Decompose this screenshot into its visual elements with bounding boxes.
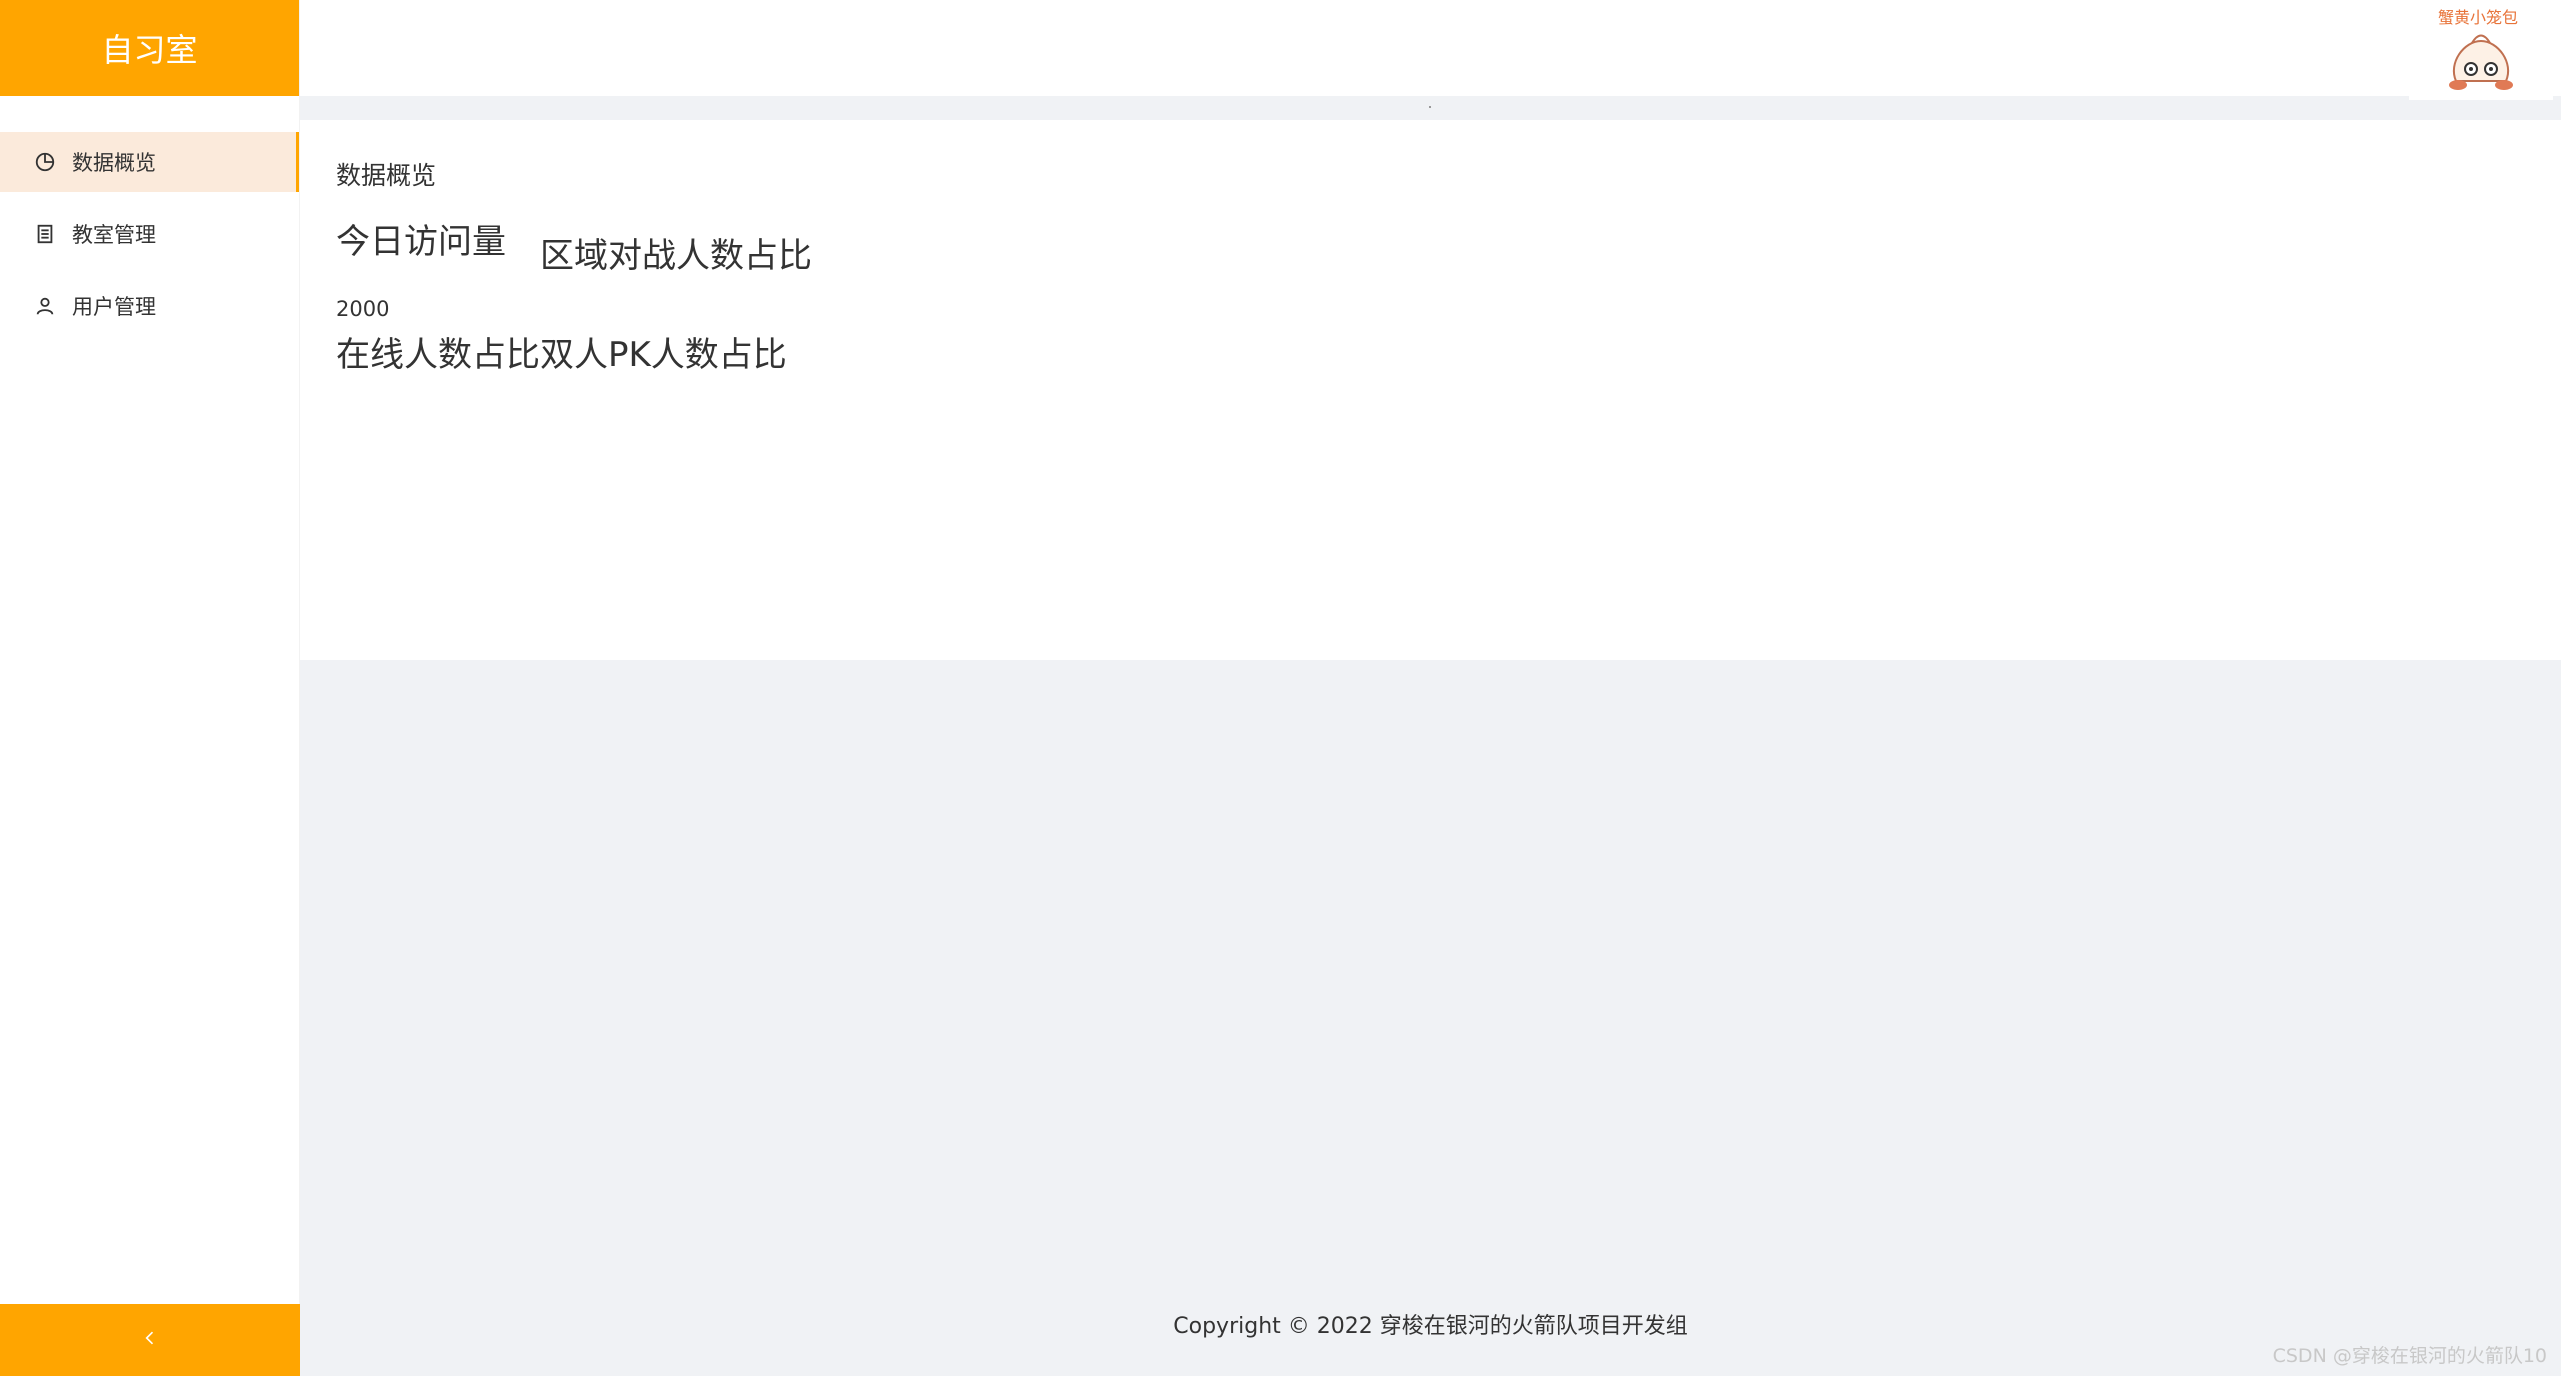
top-header: 蟹黄小笼包 [300, 0, 2561, 100]
sidebar-item-label: 用户管理 [72, 295, 156, 319]
stats-row: 今日访问量 区域对战人数占比 [336, 214, 2525, 277]
svg-text:蟹黄小笼包: 蟹黄小笼包 [2438, 8, 2518, 27]
app-title: 自习室 [101, 31, 198, 69]
user-icon [34, 295, 56, 317]
sidebar-item-user-management[interactable]: 用户管理 [0, 276, 299, 336]
online-ratio-label: 在线人数占比 [336, 335, 540, 375]
footer: Copyright © 2022 穿梭在银河的火箭队项目开发组 [300, 1308, 2561, 1340]
mascot-avatar-icon: 蟹黄小笼包 [2438, 8, 2518, 90]
pie-chart-icon [34, 151, 56, 173]
pk-ratio-label: 双人PK人数占比 [540, 335, 787, 375]
today-visits-value: 2000 [336, 297, 390, 321]
today-visits-label: 今日访问量 [336, 222, 506, 262]
sidebar-item-label: 数据概览 [72, 151, 156, 175]
watermark: CSDN @穿梭在银河的火箭队10 [2272, 1345, 2547, 1367]
sidebar-menu: 数据概览 教室管理 用户管理 [0, 132, 299, 336]
region-battle-ratio-label: 区域对战人数占比 [540, 236, 812, 276]
page-title: 数据概览 [336, 161, 437, 190]
sidebar-item-classroom-management[interactable]: 教室管理 [0, 204, 299, 264]
avatar[interactable]: 蟹黄小笼包 [2409, 0, 2553, 100]
divider-dot [1429, 106, 1431, 108]
sidebar: 自习室 数据概览 教室管理 用户管理 [0, 0, 300, 1376]
document-icon [34, 223, 56, 245]
app-logo[interactable]: 自习室 [0, 0, 299, 96]
sidebar-item-data-overview[interactable]: 数据概览 [0, 132, 299, 192]
chevron-left-icon [140, 1328, 160, 1352]
data-overview-card: 数据概览 今日访问量 区域对战人数占比 2000 在线人数占比 双人PK人数占比 [300, 120, 2561, 660]
ratio-row: 在线人数占比 双人PK人数占比 [336, 327, 2525, 376]
sidebar-collapse-button[interactable] [0, 1304, 300, 1376]
sidebar-item-label: 教室管理 [72, 223, 156, 247]
copyright-text: Copyright © 2022 穿梭在银河的火箭队项目开发组 [1173, 1314, 1688, 1339]
